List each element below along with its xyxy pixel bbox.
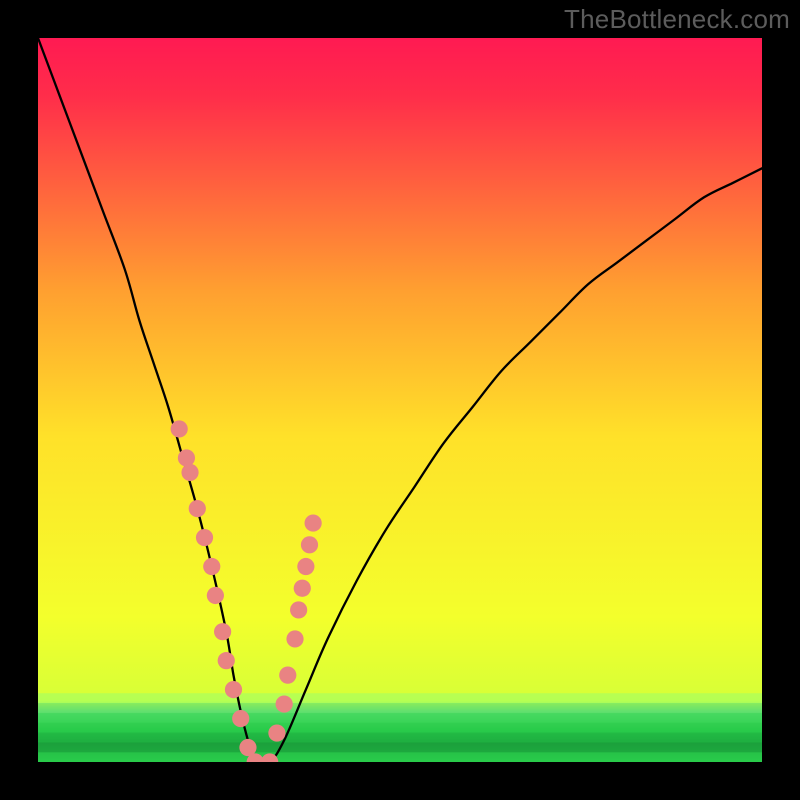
marker-point	[305, 514, 322, 531]
marker-point	[178, 449, 195, 466]
marker-point	[214, 623, 231, 640]
marker-point	[196, 529, 213, 546]
gradient-background	[38, 38, 762, 762]
marker-point	[181, 464, 198, 481]
marker-point	[297, 558, 314, 575]
marker-point	[276, 695, 293, 712]
plot-area	[38, 38, 762, 762]
chart-frame: TheBottleneck.com	[0, 0, 800, 800]
marker-point	[218, 652, 235, 669]
marker-point	[279, 667, 296, 684]
chart-svg	[38, 38, 762, 762]
marker-point	[203, 558, 220, 575]
marker-point	[189, 500, 206, 517]
marker-point	[232, 710, 249, 727]
marker-point	[268, 724, 285, 741]
marker-point	[171, 420, 188, 437]
marker-point	[294, 580, 311, 597]
marker-point	[301, 536, 318, 553]
marker-point	[286, 630, 303, 647]
marker-point	[207, 587, 224, 604]
green-band-stripes	[38, 693, 762, 762]
marker-point	[225, 681, 242, 698]
marker-point	[290, 601, 307, 618]
watermark-text: TheBottleneck.com	[564, 4, 790, 35]
